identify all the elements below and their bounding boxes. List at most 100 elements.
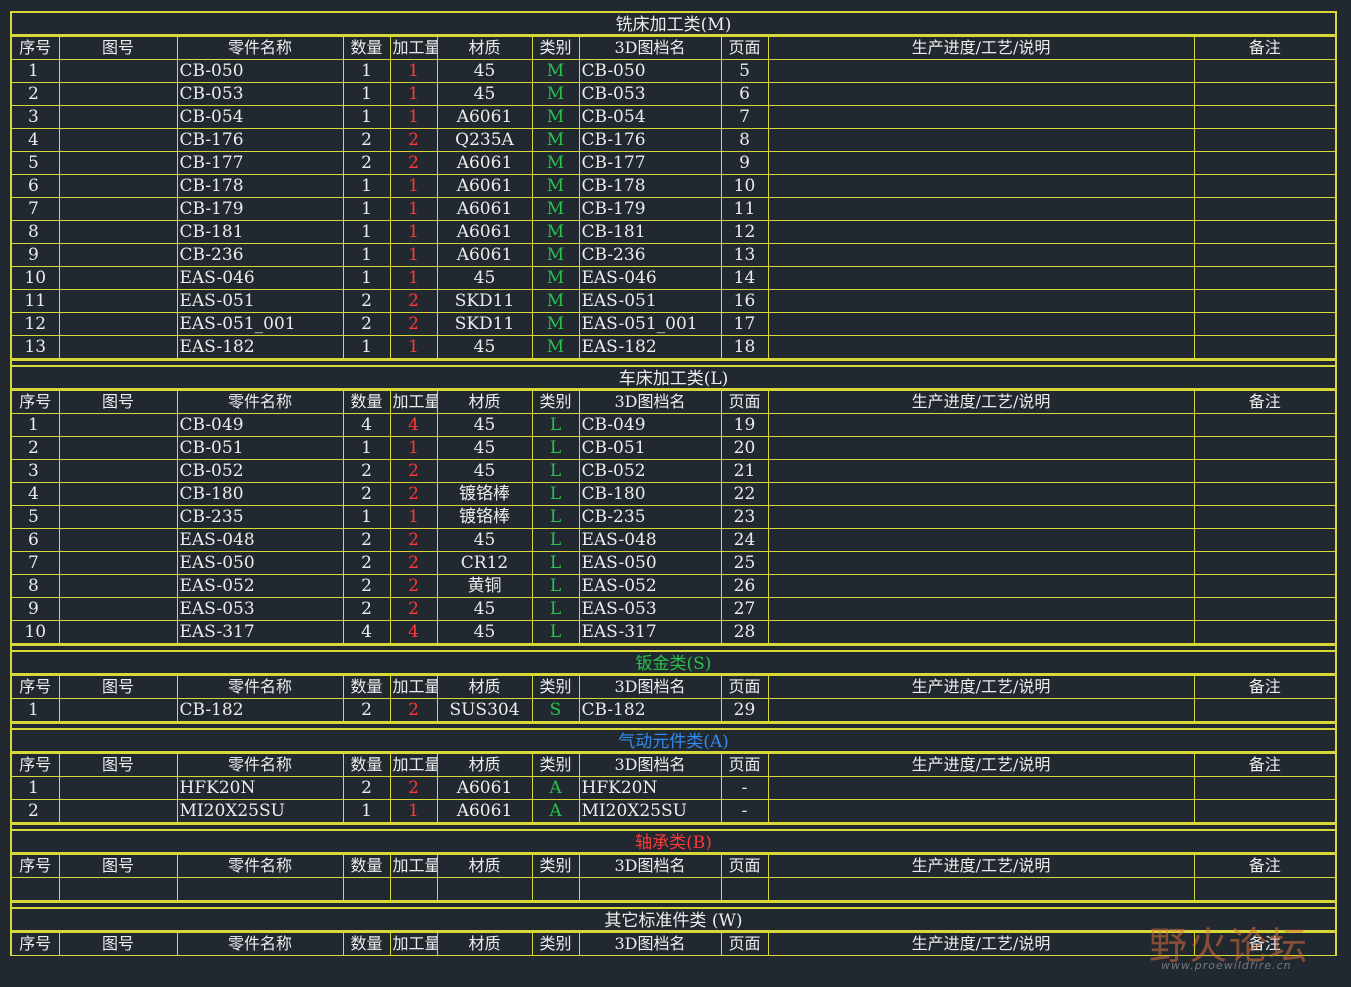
- table-cell: 2: [342, 597, 391, 621]
- table-cell: EAS-052: [176, 574, 344, 598]
- table-cell: [1193, 289, 1335, 313]
- table-cell: [1193, 698, 1335, 722]
- table-cell: CB-236: [176, 243, 344, 267]
- table-row: 1 CB-182 2 2 SUS304 S CB-182 29: [12, 698, 1335, 722]
- table-cell: 45: [436, 59, 533, 83]
- table-cell: 2: [342, 289, 391, 313]
- table-cell: [1193, 82, 1335, 106]
- table-cell: 4: [12, 482, 60, 506]
- table-cell: L: [531, 620, 580, 644]
- table-cell: CB-053: [176, 82, 344, 106]
- table-cell: 1: [342, 799, 391, 823]
- table-cell: [767, 105, 1195, 129]
- table-cell: L: [531, 459, 580, 483]
- table-cell: EAS-050: [578, 551, 722, 575]
- table-cell: [58, 266, 178, 290]
- table-cell: CB-236: [578, 243, 722, 267]
- table-cell: EAS-182: [176, 335, 344, 359]
- table-cell: CB-178: [578, 174, 722, 198]
- table-cell: CB-054: [176, 105, 344, 129]
- table-cell: 45: [436, 266, 533, 290]
- table-cell: 10: [12, 266, 60, 290]
- table-cell: M: [531, 289, 580, 313]
- column-header: 页面: [720, 36, 769, 60]
- column-header: 3D图档名: [578, 854, 722, 878]
- table-cell: 14: [720, 266, 769, 290]
- section-title: 铣床加工类(M): [12, 11, 1335, 36]
- table-row: 5 CB-235 1 1 镀铬棒 L CB-235 23: [12, 505, 1335, 529]
- table-cell: 2: [389, 482, 438, 506]
- table-cell: [58, 528, 178, 552]
- table-row: 4 CB-180 2 2 镀铬棒 L CB-180 22: [12, 482, 1335, 506]
- table-row: 6 CB-178 1 1 A6061 M CB-178 10: [12, 174, 1335, 198]
- table-cell: 23: [720, 505, 769, 529]
- column-header: 序号: [12, 932, 60, 956]
- table-cell: 2: [389, 528, 438, 552]
- table-cell: CB-052: [578, 459, 722, 483]
- table-cell: [58, 597, 178, 621]
- table-cell: M: [531, 82, 580, 106]
- table-cell: EAS-051_001: [578, 312, 722, 336]
- table-cell: [767, 289, 1195, 313]
- table-cell: [767, 220, 1195, 244]
- table-cell: EAS-317: [176, 620, 344, 644]
- table-cell: [767, 335, 1195, 359]
- table-cell: [1193, 151, 1335, 175]
- table-cell: [1193, 574, 1335, 598]
- table-cell: A6061: [436, 776, 533, 800]
- table-cell: CB-050: [176, 59, 344, 83]
- table-cell: [58, 335, 178, 359]
- table-cell: [767, 482, 1195, 506]
- parts-table: 序号 图号 零件名称 数量 加工量 材质 类别 3D图档名 页面 生产进度/工艺/说明 备注: [12, 854, 1335, 901]
- column-header: 材质: [436, 36, 533, 60]
- column-header: 数量: [342, 753, 391, 777]
- column-header: 备注: [1193, 675, 1335, 699]
- column-header: 生产进度/工艺/说明: [767, 675, 1195, 699]
- table-cell: 20: [720, 436, 769, 460]
- table-cell: 2: [342, 528, 391, 552]
- table-cell: [58, 459, 178, 483]
- table-row: 2 MI20X25SU 1 1 A6061 A MI20X25SU -: [12, 799, 1335, 823]
- header-row: 序号 图号 零件名称 数量 加工量 材质 类别 3D图档名 页面 生产进度/工艺/说明 备注: [12, 932, 1335, 956]
- table-cell: [1193, 335, 1335, 359]
- table-cell: L: [531, 551, 580, 575]
- table-cell: CB-051: [176, 436, 344, 460]
- table-cell: 1: [389, 197, 438, 221]
- table-cell: CB-182: [578, 698, 722, 722]
- column-header: 加工量: [389, 675, 438, 699]
- table-cell: L: [531, 505, 580, 529]
- table-cell: CB-176: [176, 128, 344, 152]
- table-cell: [1193, 528, 1335, 552]
- table-cell: CB-235: [176, 505, 344, 529]
- table-row: [12, 877, 1335, 901]
- table-cell: 2: [389, 776, 438, 800]
- table-cell: 2: [12, 799, 60, 823]
- table-cell: 7: [12, 551, 60, 575]
- table-cell: CB-051: [578, 436, 722, 460]
- table-cell: [58, 289, 178, 313]
- table-cell: CB-053: [578, 82, 722, 106]
- table-cell: [1193, 312, 1335, 336]
- table-cell: [58, 128, 178, 152]
- table-cell: [767, 266, 1195, 290]
- table-cell: 1: [389, 174, 438, 198]
- header-row: 序号 图号 零件名称 数量 加工量 材质 类别 3D图档名 页面 生产进度/工艺/说明 备注: [12, 854, 1335, 878]
- table-cell: 黄铜: [436, 574, 533, 598]
- table-cell: 8: [12, 574, 60, 598]
- table-cell: [389, 877, 438, 901]
- table-cell: 1: [342, 243, 391, 267]
- table-cell: M: [531, 335, 580, 359]
- table-cell: [1193, 597, 1335, 621]
- column-header: 3D图档名: [578, 36, 722, 60]
- table-cell: A6061: [436, 243, 533, 267]
- table-cell: CB-176: [578, 128, 722, 152]
- table-cell: EAS-052: [578, 574, 722, 598]
- table-cell: 45: [436, 597, 533, 621]
- column-header: 图号: [58, 854, 178, 878]
- header-row: 序号 图号 零件名称 数量 加工量 材质 类别 3D图档名 页面 生产进度/工艺/说明 备注: [12, 753, 1335, 777]
- table-cell: [1193, 220, 1335, 244]
- table-cell: 45: [436, 82, 533, 106]
- table-cell: EAS-050: [176, 551, 344, 575]
- table-row: 12 EAS-051_001 2 2 SKD11 M EAS-051_001 17: [12, 312, 1335, 336]
- table-cell: CB-235: [578, 505, 722, 529]
